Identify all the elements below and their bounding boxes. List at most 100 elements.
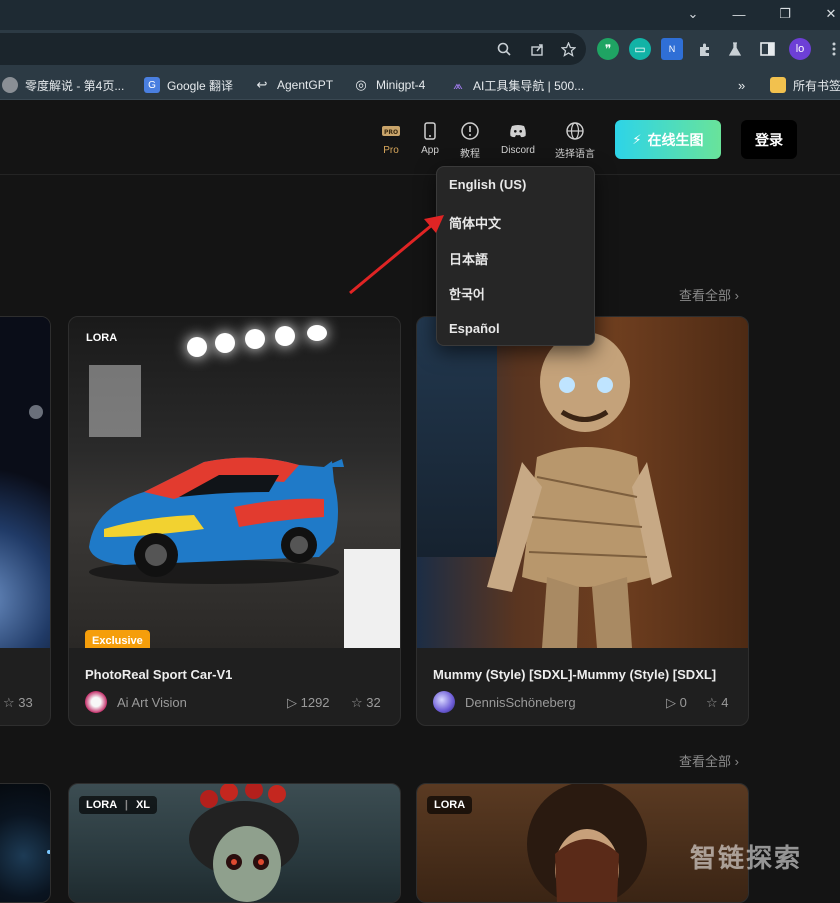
lab-flask-icon[interactable]: [724, 38, 746, 60]
nav-tutorial-label: 教程: [460, 149, 480, 160]
close-button[interactable]: ✕: [808, 0, 840, 28]
bookmark-item[interactable]: ⩕ AI工具集导航 | 500...: [450, 76, 584, 94]
card-runs: ▷ 0: [666, 695, 687, 710]
bookmark-label: 所有书签: [793, 78, 840, 93]
globe-icon: ◎: [355, 77, 367, 92]
model-card[interactable]: Exclusive LORA PhotoReal Sport Car-V1 Ai…: [68, 316, 401, 726]
zombie-figure-shape: [189, 784, 299, 902]
chat-extension-icon[interactable]: ▭: [629, 38, 651, 60]
bookmark-item[interactable]: G Google 翻译: [144, 76, 233, 94]
translate-extension-icon[interactable]: N: [661, 38, 683, 60]
card-stars: ☆ 32: [351, 695, 381, 710]
stars-count: 33: [18, 695, 33, 710]
runs-count: 0: [679, 695, 687, 710]
agent-arrow-icon: ↩: [256, 77, 268, 92]
magic-wand-icon: ⚡: [632, 131, 642, 147]
studio-lights-shape: [187, 325, 337, 357]
studio-panel-shape: [89, 365, 141, 437]
bookmark-label: Minigpt-4: [376, 78, 426, 92]
white-block-shape: [344, 549, 400, 648]
tag-xl: XL: [135, 799, 151, 811]
folder-icon: [770, 77, 786, 93]
lora-tag: LORA | XL: [79, 796, 158, 814]
kebab-menu-icon[interactable]: [823, 38, 840, 60]
nav-app-label: App: [421, 145, 439, 156]
login-button[interactable]: 登录: [741, 120, 797, 159]
profile-avatar[interactable]: lo: [789, 38, 811, 60]
card-title[interactable]: PhotoReal Sport Car-V1: [85, 667, 232, 682]
bookmark-star-icon[interactable]: [557, 38, 579, 60]
tag-lora: LORA: [86, 799, 117, 811]
language-option-simplified-chinese[interactable]: 简体中文: [449, 213, 501, 232]
star-dot-shape: [47, 850, 50, 854]
nav-language[interactable]: 选择语言: [549, 120, 601, 160]
restore-button[interactable]: ❐: [762, 0, 808, 28]
bookmark-label: 零度解说 - 第4页...: [25, 78, 125, 93]
card-image: [417, 317, 748, 648]
bookmark-label: AI工具集导航 | 500...: [473, 78, 585, 93]
search-icon[interactable]: [493, 38, 515, 60]
card-image: Exclusive: [69, 317, 400, 648]
online-generate-label: 在线生图: [647, 131, 704, 148]
stars-count: 32: [366, 695, 381, 710]
google-translate-icon: G: [144, 77, 160, 93]
stars-count: 4: [721, 695, 729, 710]
author-name: Ai Art Vision: [117, 694, 187, 710]
view-all-link[interactable]: 查看全部 ›: [679, 751, 739, 770]
language-option-english[interactable]: English (US): [449, 177, 526, 192]
card-stars: ☆ 33: [3, 695, 33, 710]
nav-discord[interactable]: Discord: [492, 120, 544, 156]
race-car-shape: [89, 457, 344, 584]
share-icon[interactable]: [526, 38, 548, 60]
model-card[interactable]: ☆ 33: [0, 316, 51, 726]
discord-icon: [507, 120, 529, 142]
mummy-figure-shape: [487, 332, 672, 648]
card-stars: ☆ 4: [706, 695, 729, 710]
side-panel-icon[interactable]: [756, 38, 778, 60]
bookmark-item[interactable]: 零度解说 - 第4页...: [2, 76, 124, 94]
bookmark-item[interactable]: ↩ AgentGPT: [254, 76, 333, 94]
language-option-japanese[interactable]: 日本語: [449, 249, 488, 268]
language-option-spanish[interactable]: Español: [449, 321, 500, 336]
planet-shape: [29, 405, 43, 419]
phone-icon: [419, 120, 441, 142]
nav-tutorial[interactable]: 教程: [444, 120, 496, 160]
skull-figure-shape: [527, 784, 647, 902]
minimize-button[interactable]: —: [716, 0, 762, 28]
view-all-link[interactable]: 查看全部 ›: [679, 285, 739, 304]
annotation-arrow: [349, 215, 444, 295]
quote-extension-icon[interactable]: ❞: [597, 38, 619, 60]
runs-count: 1292: [300, 695, 330, 710]
ai-tools-icon: ⩕: [453, 77, 463, 92]
lora-tag: LORA: [427, 796, 473, 814]
nav-pro-label: Pro: [383, 145, 399, 156]
card-image: [0, 317, 50, 648]
watermark: 智链探索: [690, 843, 803, 873]
tab-search-chevron-icon[interactable]: ⌄: [670, 0, 716, 28]
tag-separator: |: [124, 799, 128, 811]
card-image: [0, 784, 50, 902]
extensions-puzzle-icon[interactable]: [693, 38, 715, 60]
all-bookmarks-folder[interactable]: 所有书签: [770, 76, 840, 94]
nav-language-label: 选择语言: [555, 149, 595, 160]
author-name: DennisSchöneberg: [465, 694, 576, 710]
card-author[interactable]: Ai Art Vision: [85, 691, 187, 713]
bookmark-label: AgentGPT: [277, 78, 334, 92]
language-option-korean[interactable]: 한국어: [449, 284, 485, 303]
bookmark-label: Google 翻译: [167, 78, 234, 93]
avatar: [433, 691, 455, 713]
card-runs: ▷ 1292: [287, 695, 330, 710]
model-card[interactable]: LORA | XL: [68, 783, 401, 903]
bookmarks-overflow-button[interactable]: »: [738, 76, 745, 94]
globe-icon: [564, 120, 586, 142]
language-dropdown: English (US) 简体中文 日本語 한국어 Español: [436, 166, 595, 346]
card-author[interactable]: DennisSchöneberg: [433, 691, 576, 713]
online-generate-button[interactable]: ⚡ 在线生图: [615, 120, 721, 159]
bookmark-item[interactable]: ◎ Minigpt-4: [353, 76, 425, 94]
model-card[interactable]: [0, 783, 51, 903]
avatar: [85, 691, 107, 713]
card-title[interactable]: Mummy (Style) [SDXL]-Mummy (Style) [SDXL…: [433, 667, 716, 682]
svg-text:PRO: PRO: [384, 129, 398, 136]
model-card[interactable]: Mummy (Style) [SDXL]-Mummy (Style) [SDXL…: [416, 316, 749, 726]
exclusive-badge: Exclusive: [85, 630, 150, 648]
